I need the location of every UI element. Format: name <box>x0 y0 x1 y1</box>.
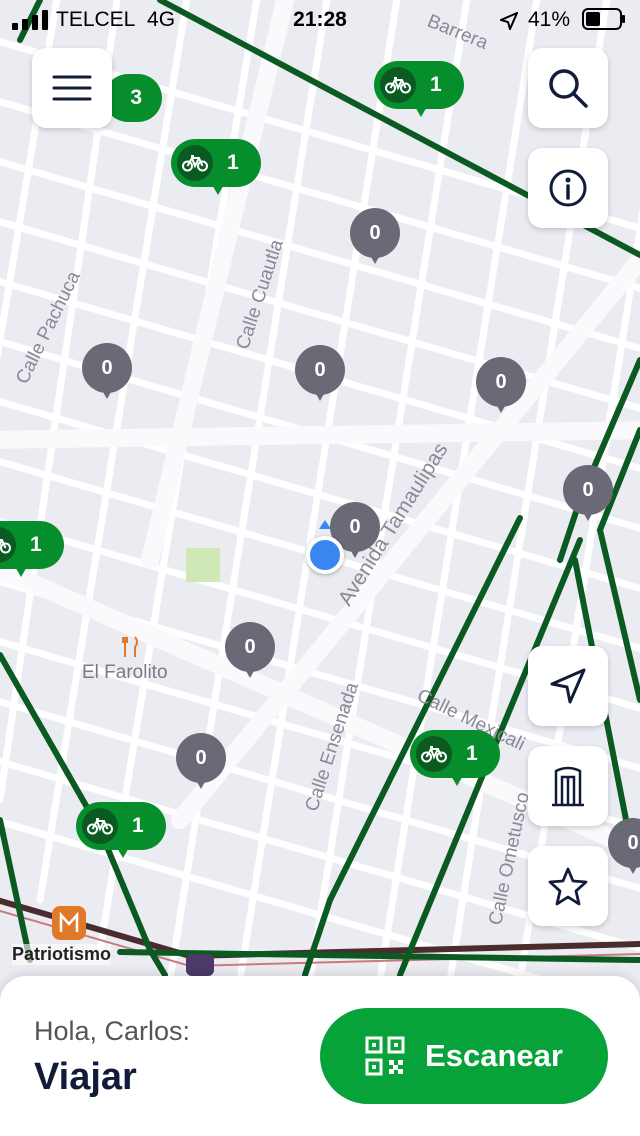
cluster-badge[interactable]: 3 <box>104 74 162 122</box>
info-button[interactable] <box>528 148 608 228</box>
info-icon <box>549 169 587 207</box>
station-pin[interactable]: 0 <box>563 465 613 525</box>
station-pin[interactable]: 0 <box>295 345 345 405</box>
navigation-arrow-icon <box>550 668 586 704</box>
heading-arrow-icon <box>319 520 331 529</box>
bike-icon <box>82 808 118 844</box>
station-pin[interactable]: 0 <box>608 818 640 878</box>
bike-station-pin[interactable]: 1 <box>0 521 64 581</box>
status-bar: TELCEL 4G 21:28 41% <box>0 0 640 40</box>
scan-button-label: Escanear <box>425 1038 563 1073</box>
station-pin[interactable]: 0 <box>225 622 275 682</box>
metro-icon <box>52 906 86 940</box>
place-label-metro[interactable]: Patriotismo <box>12 944 112 965</box>
metro-station-icon <box>186 954 214 976</box>
bottom-sheet: Hola, Carlos: Viajar Escanear <box>0 976 640 1136</box>
menu-icon <box>52 75 92 101</box>
station-pin[interactable]: 0 <box>82 343 132 403</box>
locate-me-button[interactable] <box>528 646 608 726</box>
bike-station-pin[interactable]: 1 <box>171 139 261 199</box>
station-pin[interactable]: 0 <box>350 208 400 268</box>
star-icon <box>548 867 588 906</box>
bike-icon <box>177 145 213 181</box>
greeting-text: Hola, Carlos: <box>34 1016 191 1046</box>
bike-icon <box>380 67 416 103</box>
bike-station-pin[interactable]: 1 <box>76 802 166 862</box>
search-icon <box>549 69 588 108</box>
battery-icon <box>582 8 625 30</box>
place-label-restaurant[interactable]: El Farolito <box>82 662 168 684</box>
menu-button[interactable] <box>32 48 112 128</box>
bike-icon <box>0 527 16 563</box>
search-button[interactable] <box>528 48 608 128</box>
favorites-button[interactable] <box>528 846 608 926</box>
monument-icon <box>552 766 584 807</box>
location-arrow-icon <box>500 12 518 30</box>
restaurant-icon <box>122 636 140 664</box>
battery-percent: 41% <box>528 8 571 31</box>
scan-button[interactable]: Escanear <box>320 1008 608 1104</box>
bike-icon <box>416 736 452 772</box>
sheet-title: Viajar <box>34 1056 137 1098</box>
station-pin[interactable]: 0 <box>176 733 226 793</box>
bike-station-pin[interactable]: 1 <box>410 730 500 790</box>
bike-station-pin[interactable]: 1 <box>374 61 464 121</box>
user-location-dot <box>306 536 344 574</box>
landmarks-button[interactable] <box>528 746 608 826</box>
qr-code-icon <box>365 1036 405 1076</box>
station-pin[interactable]: 0 <box>476 357 526 417</box>
